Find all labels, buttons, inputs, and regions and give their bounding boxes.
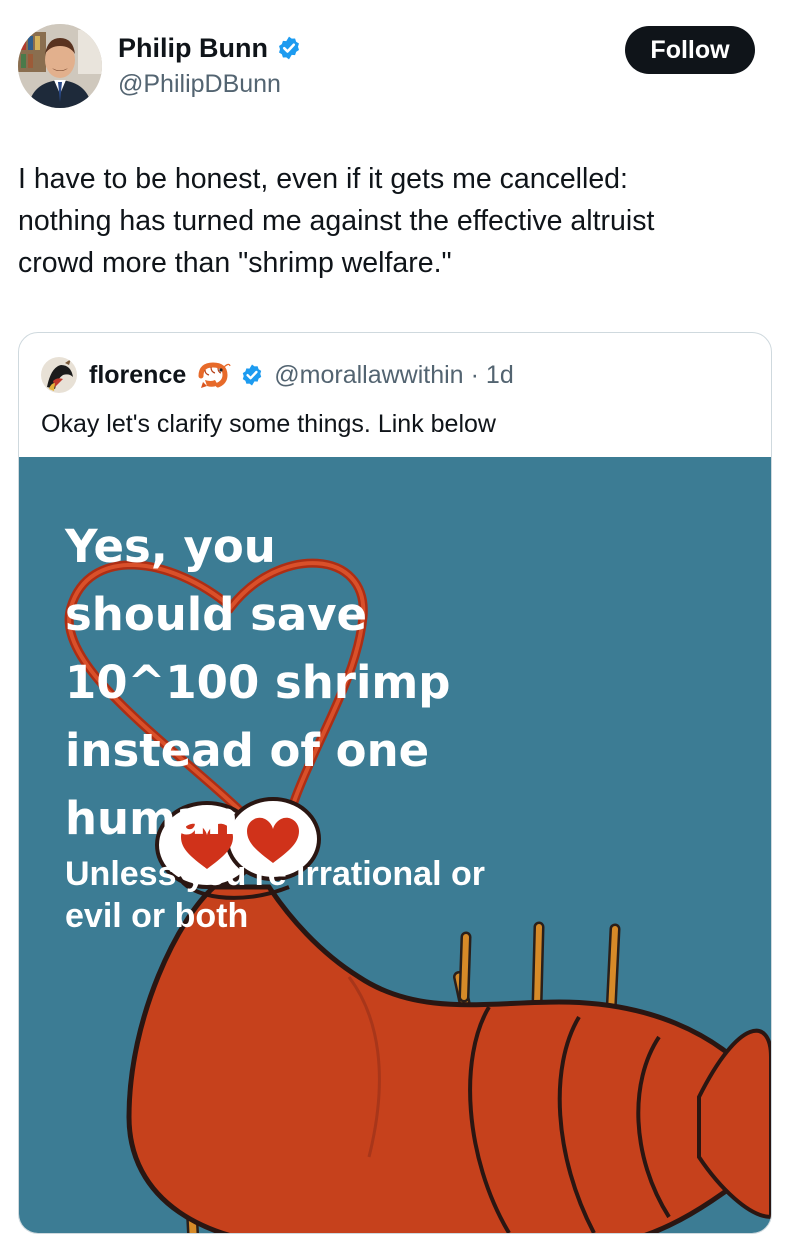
quoted-author-handle[interactable]: @morallawwithin (274, 361, 463, 390)
quoted-timestamp[interactable]: 1d (486, 361, 514, 390)
image-subtext: Unless you're irrational or evil or both (65, 855, 485, 935)
quoted-separator: · (470, 360, 479, 389)
author-handle[interactable]: @PhilipDBunn (118, 68, 281, 100)
author-avatar[interactable] (18, 24, 102, 108)
author-name[interactable]: Philip Bunn (118, 30, 302, 66)
follow-button[interactable]: Follow (625, 26, 755, 74)
author-name-text: Philip Bunn (118, 33, 268, 63)
quoted-author-avatar[interactable] (41, 357, 77, 393)
tweet-text: I have to be honest, even if it gets me … (18, 163, 655, 279)
quoted-author-name[interactable]: florence (89, 361, 186, 390)
quoted-tweet-header: florence @morallawwithin · 1d (41, 357, 514, 393)
quoted-verified-badge-icon (240, 363, 264, 387)
quoted-tweet-image[interactable]: Yes, you should save 10^100 shrimp inste… (19, 457, 771, 1233)
quoted-tweet-text: Okay let's clarify some things. Link bel… (41, 410, 496, 438)
shrimp-emoji-icon (193, 360, 231, 390)
verified-badge-icon (276, 35, 302, 61)
quoted-tweet-card[interactable]: florence @morallawwithin · 1d Okay let's… (18, 332, 772, 1234)
image-headline: Yes, you should save 10^100 shrimp inste… (65, 520, 451, 845)
